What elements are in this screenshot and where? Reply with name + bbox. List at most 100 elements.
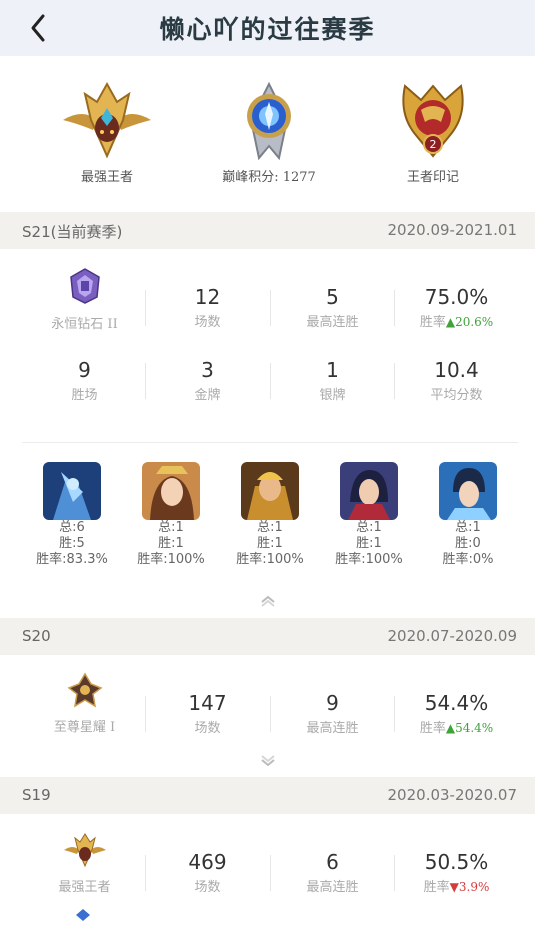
win-rate-delta-up: ▲54.4%	[445, 721, 494, 735]
badge-label: 王者印记	[406, 170, 459, 185]
stat-value: 75.0%	[424, 285, 489, 309]
hero-card[interactable]: 总:1 胜:1 胜率:100%	[324, 462, 414, 568]
stat-label: 平均分数	[430, 388, 483, 403]
hero-card[interactable]: 总:1 胜:1 胜率:100%	[225, 462, 315, 568]
page-title: 懒心吖的过往赛季	[159, 15, 376, 44]
stat-label: 最高连胜	[306, 880, 359, 895]
stat-win-streak: 9 最高连胜	[270, 691, 395, 736]
win-rate-delta-down: ▼3.9%	[449, 880, 490, 894]
chevron-down-double-icon	[261, 755, 275, 767]
stat-games: 147 场数	[145, 691, 270, 736]
hero-wins: 胜:1	[158, 536, 184, 551]
expand-toggle[interactable]	[258, 753, 278, 767]
arrow-up-icon: ▲	[445, 721, 456, 735]
hero-rate: 胜率:100%	[335, 552, 403, 567]
hero-avatar	[439, 462, 497, 520]
chevron-up-double-icon	[261, 595, 275, 607]
hero-avatar	[241, 462, 299, 520]
stat-win-rate: 75.0% 胜率▲20.6%	[394, 285, 519, 330]
stat-label: 场数	[194, 315, 221, 330]
stat-silver-medals: 1 银牌	[270, 358, 395, 403]
hero-wins: 胜:5	[59, 536, 85, 551]
stat-label: 最高连胜	[306, 721, 359, 736]
season-name: S21(当前赛季)	[22, 223, 123, 241]
peak-crystal-icon	[247, 81, 291, 160]
stat-win-rate: 54.4% 胜率▲54.4%	[394, 691, 519, 736]
stat-label: 场数	[194, 880, 221, 895]
hero-total: 总:6	[59, 520, 85, 535]
hero-avatar	[340, 462, 398, 520]
hero-rate: 胜率:100%	[236, 552, 304, 567]
badge-peak-score[interactable]: 巅峰积分: 1277	[194, 80, 344, 185]
stat-value: 6	[326, 850, 339, 874]
badge-label: 巅峰积分: 1277	[222, 170, 316, 185]
achievement-badges: 最强王者 巅峰积分: 1277 2 王者印记	[0, 80, 535, 190]
hero-wins: 胜:1	[356, 536, 382, 551]
rank-label: 永恒钻石 II	[51, 317, 118, 332]
king-mark-number: 2	[430, 138, 437, 151]
stat-games: 469 场数	[145, 850, 270, 895]
king-crest-icon	[63, 81, 151, 159]
hero-total: 总:1	[356, 520, 382, 535]
hero-card[interactable]: 总:6 胜:5 胜率:83.3%	[27, 462, 117, 568]
stat-value: 9	[326, 691, 339, 715]
hero-avatar	[142, 462, 200, 520]
season-date: 2020.09-2021.01	[387, 221, 517, 239]
stat-value: 469	[188, 850, 227, 874]
season-header-s20[interactable]: S20 2020.07-2020.09	[0, 618, 535, 655]
stat-value: 9	[78, 358, 91, 382]
rank-label: 至尊星耀 I	[53, 720, 116, 735]
hero-rate: 胜率:100%	[137, 552, 205, 567]
stat-value: 10.4	[434, 358, 479, 382]
stat-label: 胜率▼3.9%	[423, 880, 490, 895]
stat-value: 50.5%	[424, 850, 489, 874]
stat-value: 12	[194, 285, 221, 309]
badge-king-mark[interactable]: 2 王者印记	[358, 80, 508, 185]
section-divider	[22, 442, 518, 443]
stat-label: 最高连胜	[306, 315, 359, 330]
hero-avatar	[43, 462, 101, 520]
hero-total: 总:1	[257, 520, 283, 535]
stat-gold-medals: 3 金牌	[145, 358, 270, 403]
stat-label: 胜率▲54.4%	[419, 721, 494, 736]
hero-total: 总:1	[455, 520, 481, 535]
hero-card[interactable]: 总:1 胜:0 胜率:0%	[423, 462, 513, 568]
stat-label: 金牌	[194, 388, 221, 403]
win-rate-delta-up: ▲20.6%	[445, 315, 494, 329]
king-crest-small-icon	[63, 833, 106, 868]
stat-win-rate: 50.5% 胜率▼3.9%	[394, 850, 519, 895]
stat-value: 3	[201, 358, 214, 382]
eternal-diamond-icon	[69, 268, 100, 304]
season-name: S20	[22, 627, 51, 645]
stat-label: 胜率▲20.6%	[419, 315, 494, 330]
stat-label: 银牌	[319, 388, 346, 403]
supreme-star-icon	[66, 672, 103, 708]
season-name: S19	[22, 786, 51, 804]
season-date: 2020.07-2020.09	[387, 627, 517, 645]
stat-wins: 9 胜场	[22, 358, 147, 403]
hero-total: 总:1	[158, 520, 184, 535]
collapse-toggle[interactable]	[258, 593, 278, 607]
hero-card[interactable]: 总:1 胜:1 胜率:100%	[126, 462, 216, 568]
season-header-s21[interactable]: S21(当前赛季) 2020.09-2021.01	[0, 212, 535, 249]
rank-cell: 至尊星耀 I	[22, 672, 147, 735]
next-rank-icon-peek	[72, 906, 94, 921]
badge-strongest-king[interactable]: 最强王者	[32, 80, 182, 185]
stat-value: 5	[326, 285, 339, 309]
stat-value: 1	[326, 358, 339, 382]
stat-value: 54.4%	[424, 691, 489, 715]
hero-wins: 胜:1	[257, 536, 283, 551]
stat-label: 胜场	[71, 388, 98, 403]
rank-label: 最强王者	[58, 880, 111, 895]
arrow-down-icon: ▼	[449, 880, 459, 894]
stat-value: 147	[188, 691, 227, 715]
stat-avg-score: 10.4 平均分数	[394, 358, 519, 403]
header-bar: 懒心吖的过往赛季	[0, 0, 535, 56]
hero-rate: 胜率:0%	[442, 552, 494, 567]
hero-wins: 胜:0	[455, 536, 481, 551]
rank-cell: 永恒钻石 II	[22, 267, 147, 332]
badge-label: 最强王者	[80, 170, 133, 185]
season-header-s19[interactable]: S19 2020.03-2020.07	[0, 777, 535, 814]
stat-win-streak: 6 最高连胜	[270, 850, 395, 895]
stat-games: 12 场数	[145, 285, 270, 330]
